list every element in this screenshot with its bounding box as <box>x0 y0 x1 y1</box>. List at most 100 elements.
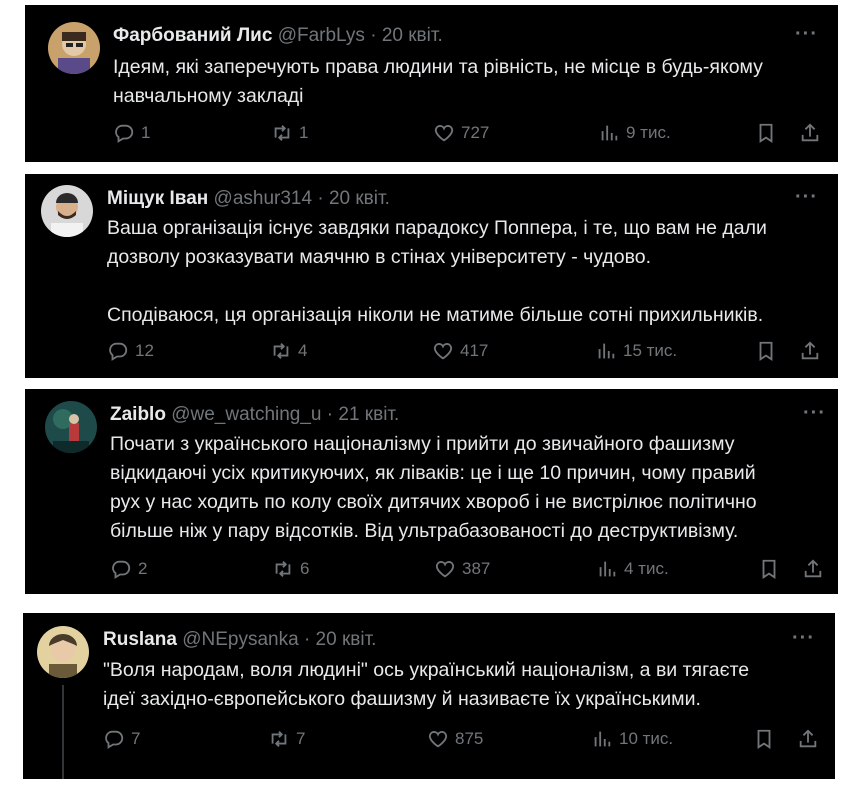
bookmark-icon <box>762 559 776 579</box>
like-button[interactable]: 875 <box>427 728 483 750</box>
share-icon <box>801 341 819 360</box>
tweet-header: Міщук Іван @ashur314 · 20 квіт. <box>107 188 390 210</box>
like-icon <box>428 731 448 748</box>
like-count: 417 <box>460 341 489 360</box>
share-button[interactable] <box>799 340 821 362</box>
bookmark-icon <box>757 729 771 749</box>
action-bar: 7 7 875 10 тис. <box>103 728 823 758</box>
tweet-line: Почати з українського націоналізму і при… <box>110 433 735 455</box>
like-icon <box>435 561 455 578</box>
repost-count: 6 <box>300 559 310 578</box>
repost-button[interactable]: 6 <box>272 558 309 580</box>
tweet-date[interactable]: 20 квіт. <box>329 188 390 209</box>
author-name[interactable]: Фарбований Лис <box>113 25 272 46</box>
avatar[interactable] <box>37 626 89 678</box>
share-button[interactable] <box>802 558 824 580</box>
tweet-text: Ідеям, які заперечують права людини та р… <box>113 53 763 111</box>
more-options-button[interactable]: ··· <box>803 402 826 425</box>
tweet-line: більше ніж у пару відсотків. Від ультраб… <box>110 520 739 542</box>
views-icon <box>598 343 615 359</box>
reply-button[interactable]: 2 <box>110 558 147 580</box>
thread-line <box>62 685 64 779</box>
views-count: 15 тис. <box>623 341 678 360</box>
share-button[interactable] <box>797 728 819 750</box>
reply-count: 12 <box>135 341 154 360</box>
reply-button[interactable]: 1 <box>113 122 150 144</box>
tweet-line: відкидаючі усіх критикуючих, як ліваків:… <box>110 462 756 484</box>
repost-button[interactable]: 4 <box>270 340 307 362</box>
avatar[interactable] <box>45 401 97 453</box>
tweet-text: Ваша організація існує завдяки парадоксу… <box>107 214 767 330</box>
tweet-line: ідеї західно-європейського фашизму й наз… <box>103 688 701 710</box>
author-name[interactable]: Ruslana <box>103 629 177 650</box>
reply-button[interactable]: 7 <box>103 728 140 750</box>
separator: · <box>303 629 311 650</box>
views-count: 9 тис. <box>626 123 671 142</box>
views-button[interactable]: 4 тис. <box>596 558 669 580</box>
repost-count: 4 <box>298 341 308 360</box>
bookmark-button[interactable] <box>753 728 775 750</box>
bookmark-icon <box>759 341 773 361</box>
more-options-button[interactable]: ··· <box>795 186 818 209</box>
tweet-card[interactable]: Міщук Іван @ashur314 · 20 квіт. ··· Ваша… <box>25 174 838 378</box>
author-handle[interactable]: @ashur314 <box>214 188 313 209</box>
tweet-date[interactable]: 20 квіт. <box>382 25 443 46</box>
action-bar: 2 6 387 4 тис. <box>110 558 830 588</box>
bookmark-button[interactable] <box>758 558 780 580</box>
like-button[interactable]: 387 <box>434 558 490 580</box>
like-icon <box>433 343 453 360</box>
author-name[interactable]: Міщук Іван <box>107 188 208 209</box>
author-handle[interactable]: @FarbLys <box>278 25 365 46</box>
repost-icon <box>275 561 291 577</box>
views-button[interactable]: 15 тис. <box>595 340 677 362</box>
author-handle[interactable]: @we_watching_u <box>171 404 321 425</box>
separator: · <box>317 188 324 209</box>
repost-icon <box>273 343 289 359</box>
share-icon <box>799 729 817 748</box>
tweet-line: Сподіваюся, ця організація ніколи не мат… <box>107 304 764 326</box>
like-button[interactable]: 727 <box>433 122 489 144</box>
like-count: 387 <box>462 559 491 578</box>
action-bar: 1 1 727 9 тис. <box>113 122 833 152</box>
tweet-card[interactable]: Zaiblo @we_watching_u · 21 квіт. ··· Поч… <box>25 389 838 594</box>
like-count: 875 <box>455 729 484 748</box>
separator: · <box>370 25 377 46</box>
repost-count: 7 <box>296 729 306 748</box>
like-icon <box>434 125 454 142</box>
tweet-header: Ruslana @NEpysanka · 20 квіт. <box>103 629 376 651</box>
tweet-line: рух у нас ходить по колу своїх дитячих х… <box>110 491 757 513</box>
repost-button[interactable]: 7 <box>268 728 305 750</box>
action-bar: 12 4 417 15 тис. <box>107 340 827 370</box>
more-options-button[interactable]: ··· <box>795 23 818 46</box>
reply-icon <box>112 560 131 579</box>
share-button[interactable] <box>799 122 821 144</box>
tweet-line: Ваша організація існує завдяки парадоксу… <box>107 217 767 239</box>
repost-icon <box>274 125 290 141</box>
tweet-card[interactable]: Ruslana @NEpysanka · 20 квіт. ··· "Воля … <box>23 613 835 779</box>
share-icon <box>804 559 822 578</box>
views-button[interactable]: 10 тис. <box>591 728 673 750</box>
like-count: 727 <box>461 123 490 142</box>
avatar[interactable] <box>48 22 100 74</box>
reply-button[interactable]: 12 <box>107 340 154 362</box>
reply-icon <box>109 342 128 361</box>
bookmark-button[interactable] <box>755 122 777 144</box>
tweet-line: навчальному закладі <box>113 85 304 107</box>
author-handle[interactable]: @NEpysanka <box>182 629 298 650</box>
more-options-button[interactable]: ··· <box>792 627 815 650</box>
bookmark-button[interactable] <box>755 340 777 362</box>
tweet-header: Zaiblo @we_watching_u · 21 квіт. <box>110 404 399 426</box>
repost-button[interactable]: 1 <box>271 122 308 144</box>
views-button[interactable]: 9 тис. <box>598 122 671 144</box>
repost-icon <box>271 731 287 747</box>
avatar[interactable] <box>41 185 93 237</box>
author-name[interactable]: Zaiblo <box>110 404 166 425</box>
tweet-date[interactable]: 21 квіт. <box>338 404 399 425</box>
tweet-line: Ідеям, які заперечують права людини та р… <box>113 56 763 78</box>
like-button[interactable]: 417 <box>432 340 488 362</box>
tweet-date[interactable]: 20 квіт. <box>316 629 377 650</box>
reply-icon <box>105 730 124 749</box>
tweet-card[interactable]: Фарбований Лис @FarbLys · 20 квіт. ··· І… <box>25 5 838 162</box>
reply-count: 1 <box>141 123 151 142</box>
views-icon <box>594 731 611 747</box>
